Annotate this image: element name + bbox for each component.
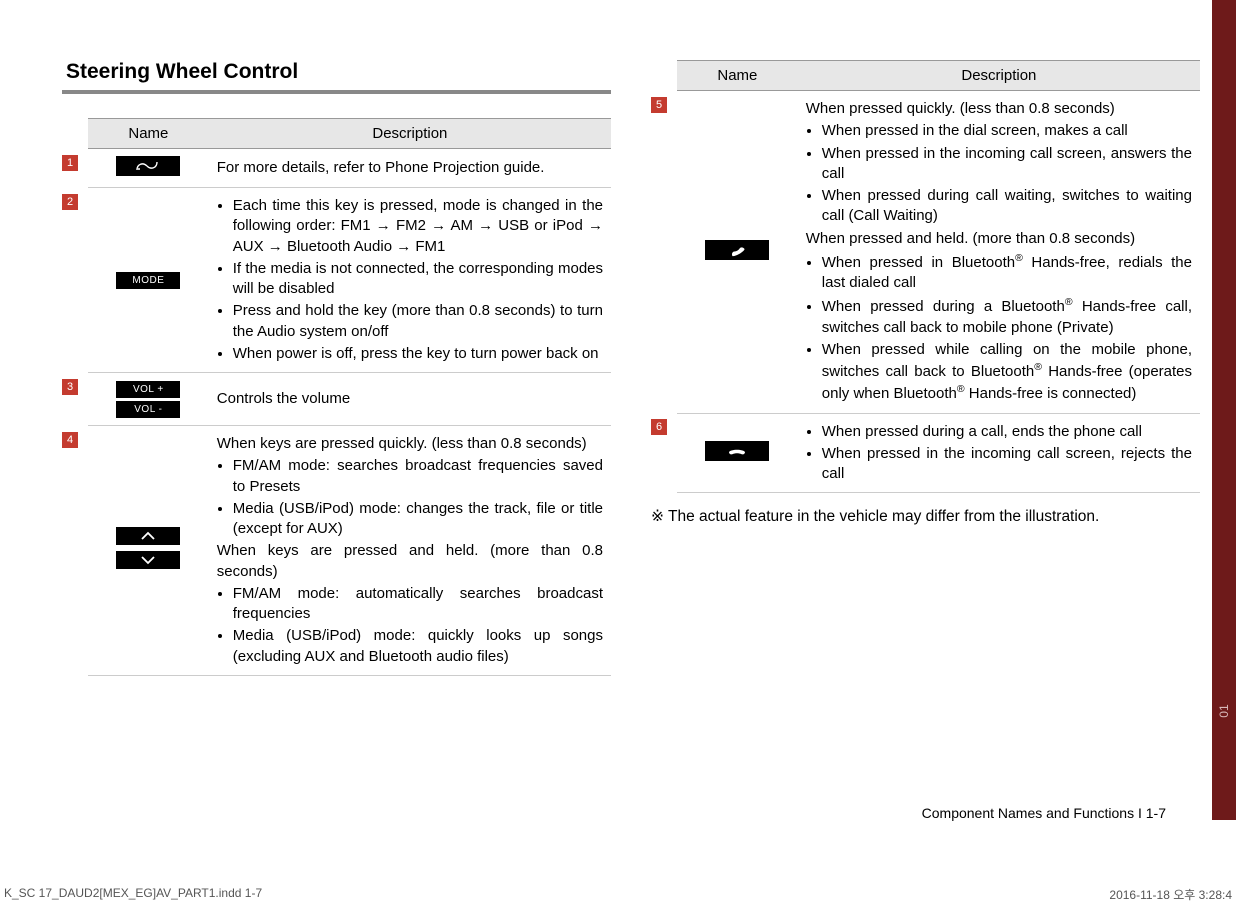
call-key-icon bbox=[677, 91, 798, 414]
note-text: ※ The actual feature in the vehicle may … bbox=[651, 507, 1200, 526]
updown-key-icon bbox=[88, 426, 209, 676]
voice-key-icon bbox=[88, 149, 209, 188]
row-number: 2 bbox=[62, 194, 78, 210]
desc-text: When pressed quickly. (less than 0.8 sec… bbox=[798, 91, 1200, 414]
print-filename: K_SC 17_DAUD2[MEX_EG]AV_PART1.indd 1-7 bbox=[4, 886, 262, 903]
print-footer: K_SC 17_DAUD2[MEX_EG]AV_PART1.indd 1-7 2… bbox=[0, 886, 1236, 903]
left-column: Steering Wheel Control Name Description … bbox=[62, 60, 611, 676]
side-tab-number: 01 bbox=[1217, 699, 1231, 723]
desc-text: Each time this key is pressed, mode is c… bbox=[209, 188, 611, 373]
bullet-html: When pressed while calling on the mobile… bbox=[822, 340, 1192, 405]
controls-table-left: Name Description 1 For more details, ref… bbox=[62, 118, 611, 676]
mode-key-icon: MODE bbox=[88, 188, 209, 373]
end-call-key-icon bbox=[677, 413, 798, 493]
row-number: 5 bbox=[651, 97, 667, 113]
row-number: 1 bbox=[62, 155, 78, 171]
col-header-desc: Description bbox=[209, 119, 611, 149]
desc-text: When keys are pressed quickly. (less tha… bbox=[209, 426, 611, 676]
right-column: Name Description 5 When pressed quickly.… bbox=[651, 60, 1200, 676]
desc-text: Controls the volume bbox=[209, 373, 611, 426]
print-timestamp: 2016-11-18 오후 3:28:4 bbox=[1109, 886, 1232, 903]
page-footer-section: Component Names and Functions I 1-7 bbox=[922, 805, 1166, 821]
bullet-html: When pressed during a Bluetooth® Hands-f… bbox=[822, 295, 1192, 338]
section-title: Steering Wheel Control bbox=[62, 60, 611, 94]
row-number: 6 bbox=[651, 419, 667, 435]
side-tab: 01 bbox=[1212, 0, 1236, 820]
controls-table-right: Name Description 5 When pressed quickly.… bbox=[651, 60, 1200, 493]
col-header-desc: Description bbox=[798, 61, 1200, 91]
col-header-name: Name bbox=[88, 119, 209, 149]
row-number: 4 bbox=[62, 432, 78, 448]
bullet-html: When pressed in Bluetooth® Hands-free, r… bbox=[822, 251, 1192, 294]
col-header-name: Name bbox=[677, 61, 798, 91]
volume-key-icon: VOL + VOL - bbox=[88, 373, 209, 426]
desc-text: For more details, refer to Phone Project… bbox=[209, 149, 611, 188]
row-number: 3 bbox=[62, 379, 78, 395]
desc-text: When pressed during a call, ends the pho… bbox=[798, 413, 1200, 493]
